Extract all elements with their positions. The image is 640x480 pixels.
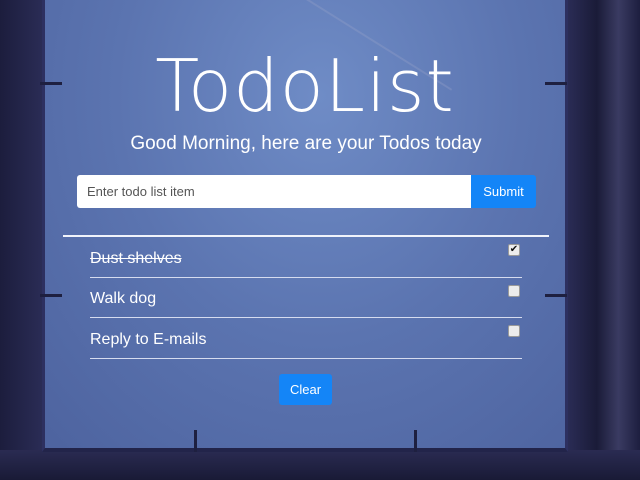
todo-form: Submit (77, 175, 536, 208)
todo-item: Dust shelves ✔ (90, 237, 522, 278)
todo-item-text: Dust shelves (90, 249, 182, 267)
frame-mark (40, 294, 62, 297)
todo-input[interactable] (77, 175, 471, 208)
todo-list: Dust shelves ✔ Walk dog Reply to E-mails (90, 237, 522, 359)
todo-checkbox[interactable] (508, 284, 520, 297)
todo-item: Walk dog (90, 278, 522, 318)
frame-mark (194, 430, 197, 452)
todo-checkbox[interactable]: ✔ (508, 244, 520, 256)
todo-item-text: Reply to E-mails (90, 330, 207, 348)
todo-checkbox[interactable] (508, 325, 520, 337)
clear-button[interactable]: Clear (279, 374, 332, 405)
todo-item: Reply to E-mails (90, 318, 522, 359)
todo-item-text: Walk dog (90, 290, 157, 308)
page-title: TodoList (155, 44, 455, 128)
frame-mark (414, 430, 417, 452)
window-frame-bottom (0, 450, 640, 480)
page-subtitle: Good Morning, here are your Todos today (130, 133, 482, 154)
submit-button[interactable]: Submit (471, 175, 536, 208)
frame-mark (545, 294, 567, 297)
